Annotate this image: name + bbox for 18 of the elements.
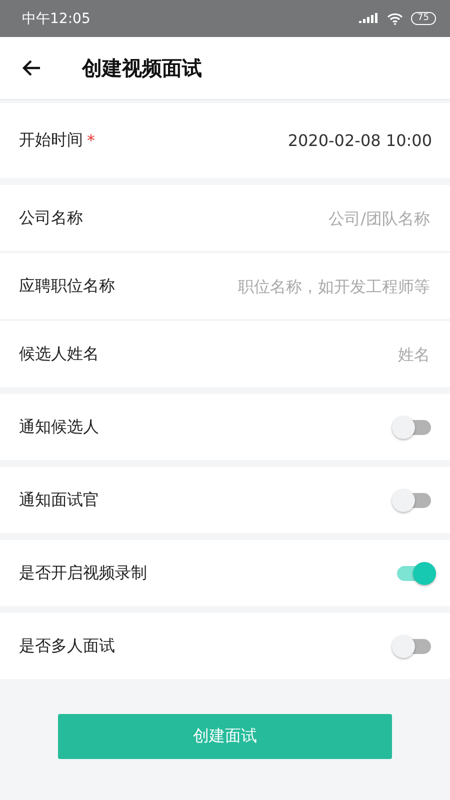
field-label: 是否多人面试 <box>19 636 115 656</box>
field-label: 是否开启视频录制 <box>19 562 147 584</box>
input-field[interactable]: 公司/团队名称 <box>192 208 432 228</box>
field-label: 通知面试官 <box>19 490 99 510</box>
required-mark: * <box>87 131 95 150</box>
field-label: 通知候选人 <box>19 416 99 438</box>
status-time: 中午12:05 <box>22 10 92 28</box>
wifi-icon <box>386 12 403 24</box>
page-title: 创建视频面试 <box>82 54 202 82</box>
field-label: 开始时间 <box>19 130 83 151</box>
signal-icon <box>358 13 379 24</box>
battery-level: 75 <box>410 12 436 25</box>
input-field[interactable]: 职位名称，如开发工程师等 <box>192 276 432 296</box>
field-label: 候选人姓名 <box>19 344 99 364</box>
input-field[interactable]: 姓名 <box>192 344 432 364</box>
date-time-value[interactable]: 2020-02-08 10:00 <box>288 131 432 150</box>
field-label: 应聘职位名称 <box>19 276 115 296</box>
field-label: 公司名称 <box>19 208 83 228</box>
